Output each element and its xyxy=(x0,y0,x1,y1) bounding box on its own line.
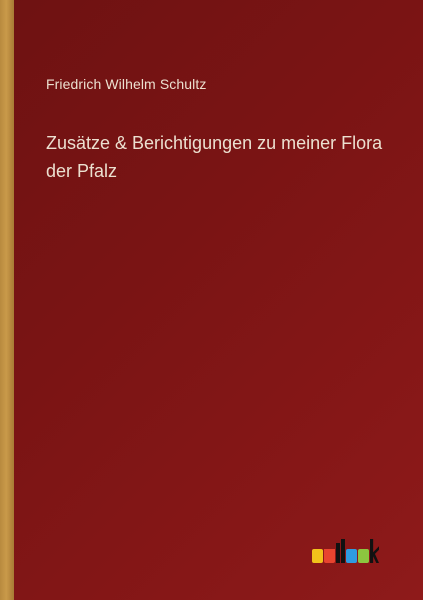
logo-letter-k xyxy=(370,539,379,563)
logo-letter-o-green xyxy=(358,549,369,563)
book-title: Zusätze & Berichtigungen zu meiner Flora… xyxy=(46,129,406,185)
author-name: Friedrich Wilhelm Schultz xyxy=(46,76,207,92)
book-cover: Friedrich Wilhelm Schultz Zusätze & Beri… xyxy=(0,0,423,600)
book-title-line-2: der Pfalz xyxy=(46,161,118,181)
logo-letter-t xyxy=(336,543,340,563)
logo-letter-o-blue xyxy=(346,549,357,563)
logo-letter-l xyxy=(341,539,345,563)
logo-letter-o-yellow xyxy=(312,549,323,563)
cover-spine-strip xyxy=(0,0,14,600)
logo-letter-u-red xyxy=(324,549,335,563)
publisher-logo-glyphs xyxy=(312,536,379,566)
publisher-logo: outlook xyxy=(312,536,392,566)
book-title-line-1: Zusätze & Berichtigungen zu meiner Flora xyxy=(46,133,383,153)
